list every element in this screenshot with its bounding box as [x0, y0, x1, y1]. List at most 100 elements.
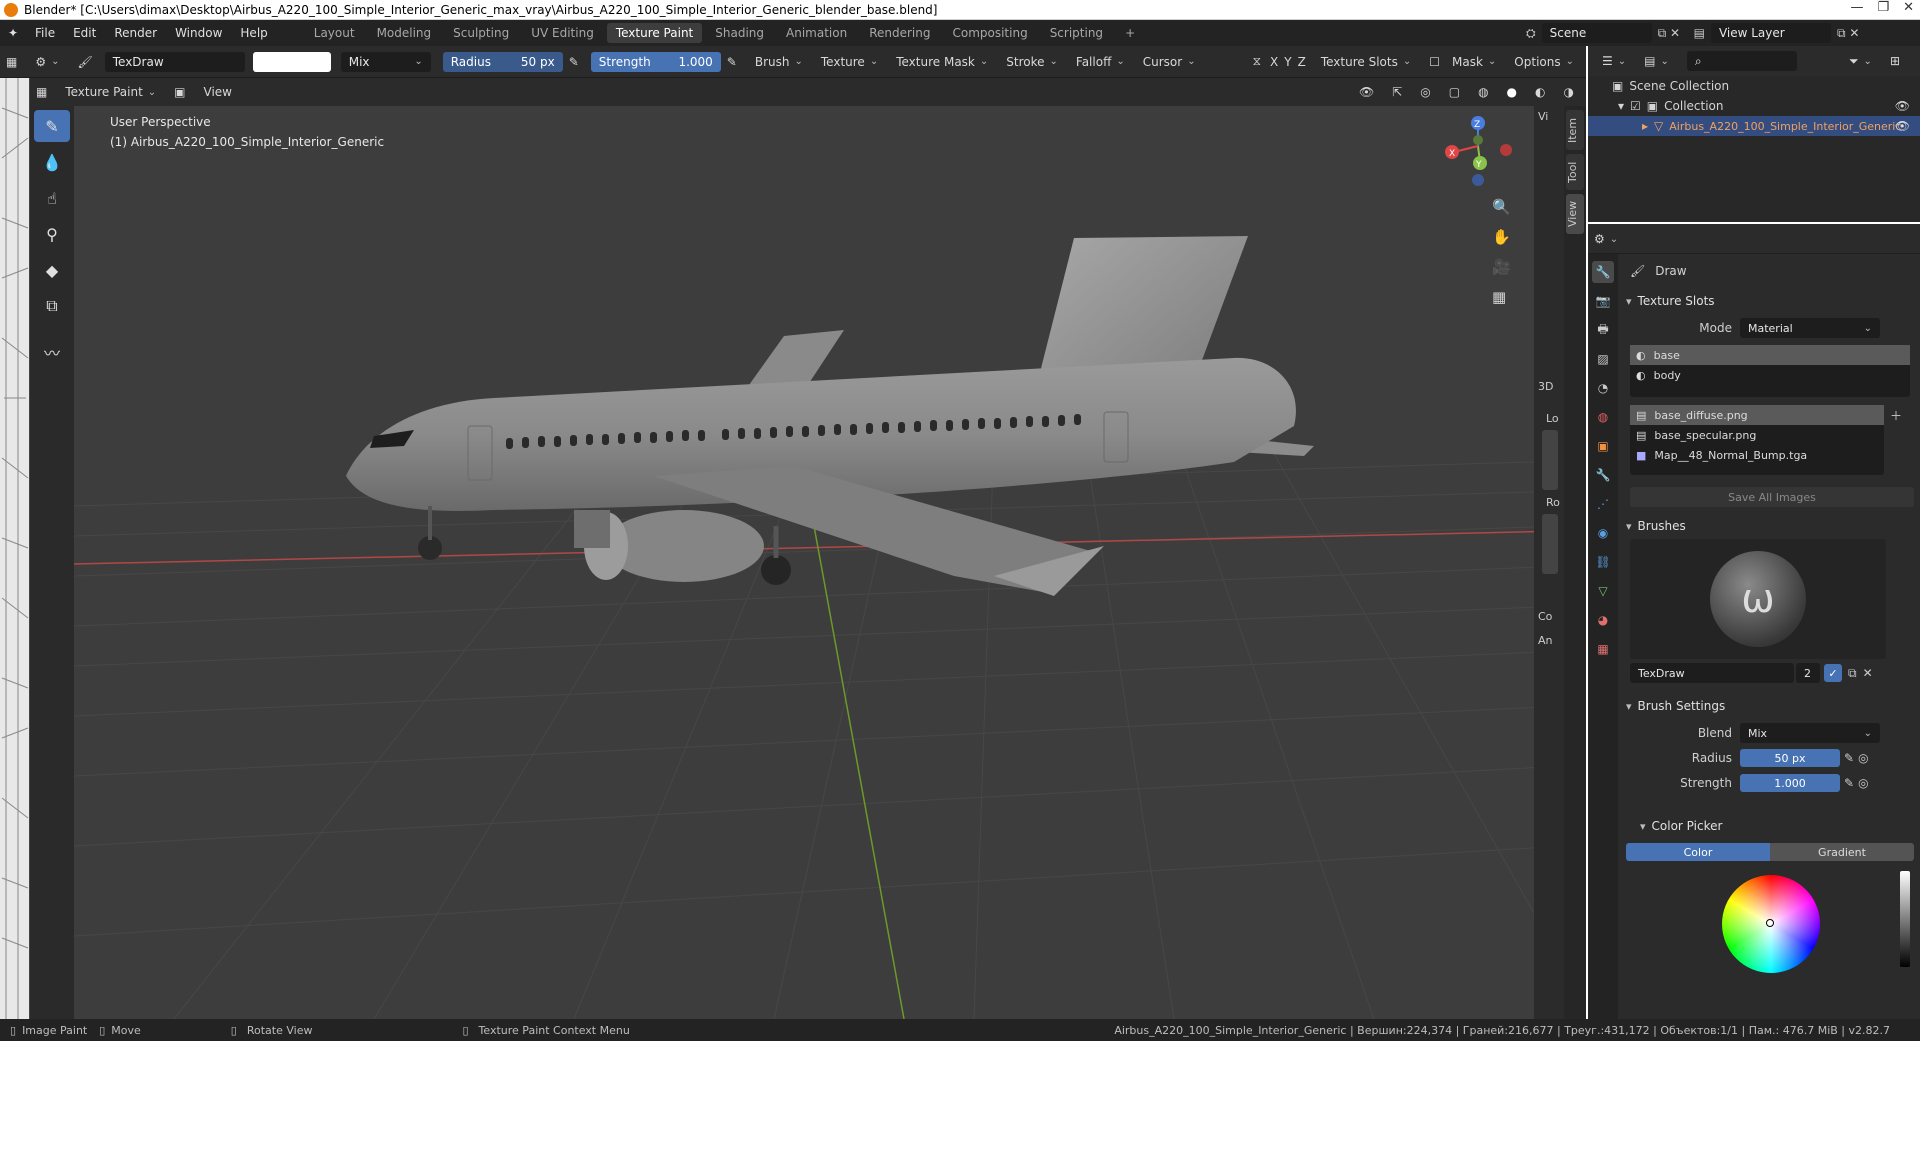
mask-checkbox[interactable]: ☐	[1423, 52, 1446, 72]
brush-datablock-name[interactable]: TexDraw	[1630, 663, 1794, 683]
brush-preview[interactable]: ѡ	[1630, 539, 1886, 659]
radius-pressure-icon[interactable]: ✎	[1844, 751, 1854, 765]
tab-tool[interactable]: Tool	[1566, 154, 1584, 190]
smear-tool-icon[interactable]: ☝	[34, 182, 70, 214]
collection-visibility-icon[interactable]: 👁	[1895, 99, 1910, 113]
brush-users-count[interactable]: 2	[1796, 663, 1820, 683]
tool-tab-icon[interactable]: 🔧	[1592, 261, 1614, 283]
tab-modeling[interactable]: Modeling	[368, 23, 441, 43]
save-all-images-button[interactable]: Save All Images	[1630, 487, 1914, 507]
maximize-button[interactable]: ❐	[1877, 0, 1889, 15]
modifier-tab-icon[interactable]: 🔧	[1592, 464, 1614, 486]
menu-render[interactable]: Render	[105, 20, 166, 46]
tab-view[interactable]: View	[1566, 194, 1584, 234]
texture-tab-icon[interactable]: ▦	[1592, 638, 1614, 660]
menu-help[interactable]: Help	[231, 20, 276, 46]
gradient-tab[interactable]: Gradient	[1770, 843, 1914, 861]
brush-blend-select[interactable]: Mix	[1740, 723, 1880, 743]
duplicate-brush-icon[interactable]: ⧉	[1848, 666, 1857, 681]
color-picker-section[interactable]: Color Picker	[1620, 813, 1920, 839]
location-fields[interactable]	[1542, 430, 1558, 490]
draw-tool-icon[interactable]: ✎	[34, 110, 70, 142]
outliner-scene-collection[interactable]: ▣ Scene Collection	[1588, 76, 1920, 96]
texture-slots-section[interactable]: Texture Slots	[1620, 288, 1920, 314]
tab-rendering[interactable]: Rendering	[860, 23, 939, 43]
radius-unit-icon[interactable]: ◎	[1858, 751, 1868, 765]
outliner-collection[interactable]: ▾ ☑ ▣ Collection 👁	[1588, 96, 1920, 116]
constraints-tab-icon[interactable]: ⛓	[1592, 551, 1614, 573]
wireframe-shading-icon[interactable]: ◍	[1472, 82, 1494, 102]
tab-texture-paint[interactable]: Texture Paint	[606, 23, 703, 43]
output-tab-icon[interactable]: 🖶	[1592, 319, 1614, 341]
gizmo-icon[interactable]: ⇱	[1386, 82, 1408, 102]
filter-icon[interactable]: ⏷	[1843, 51, 1878, 71]
stroke-dropdown[interactable]: Stroke	[1000, 52, 1064, 72]
menu-file[interactable]: File	[26, 20, 64, 46]
radius-pressure-icon[interactable]: ✎	[563, 52, 585, 72]
outliner-object[interactable]: ▸ ▽ Airbus_A220_100_Simple_Interior_Gene…	[1588, 116, 1920, 136]
visibility-icon[interactable]: 👁	[1353, 82, 1380, 102]
add-image-icon[interactable]: ＋	[1890, 407, 1902, 424]
color-wheel[interactable]	[1722, 875, 1820, 973]
blender-menu-icon[interactable]: ✦	[0, 26, 26, 40]
close-button[interactable]: ✕	[1903, 0, 1914, 15]
menu-window[interactable]: Window	[166, 20, 231, 46]
view-menu[interactable]: View	[198, 82, 238, 102]
tab-shading[interactable]: Shading	[706, 23, 773, 43]
outliner-display-mode[interactable]: ▤	[1638, 51, 1675, 71]
tool-settings-dropdown[interactable]: ⚙	[29, 52, 65, 72]
tab-uv-editing[interactable]: UV Editing	[522, 23, 603, 43]
mask-tool-icon[interactable]: ⧉	[34, 290, 70, 322]
view-layer-tab-icon[interactable]: ▨	[1592, 348, 1614, 370]
color-wheel-cursor[interactable]	[1766, 919, 1774, 927]
mode-selector[interactable]: Texture Paint	[59, 82, 162, 102]
menu-edit[interactable]: Edit	[64, 20, 105, 46]
material-slot-body[interactable]: ◐ body	[1630, 365, 1910, 385]
view-layer-selector[interactable]: View Layer	[1710, 23, 1831, 43]
material-tab-icon[interactable]: ◕	[1592, 609, 1614, 631]
brush-settings-section[interactable]: Brush Settings	[1620, 693, 1920, 719]
xray-icon[interactable]: ▢	[1443, 82, 1466, 102]
material-shading-icon[interactable]: ◐	[1529, 82, 1551, 102]
rendered-shading-icon[interactable]: ◑	[1558, 82, 1580, 102]
scene-actions-icon[interactable]: ⧉ ✕	[1658, 26, 1688, 41]
unlink-brush-icon[interactable]: ✕	[1863, 666, 1873, 680]
new-collection-icon[interactable]: ⊞	[1884, 51, 1906, 71]
scene-tab-icon[interactable]: ◔	[1592, 377, 1614, 399]
particles-tab-icon[interactable]: ⋰	[1592, 493, 1614, 515]
image-slot-diffuse[interactable]: ▤ base_diffuse.png	[1630, 405, 1884, 425]
image-slot-normal[interactable]: ■ Map__48_Normal_Bump.tga	[1630, 445, 1884, 465]
texture-dropdown[interactable]: Texture	[815, 52, 884, 72]
overlay-icon[interactable]: ◎	[1414, 82, 1436, 102]
sidebar-3d-cursor-header[interactable]: 3D	[1538, 380, 1553, 393]
collection-checkbox[interactable]: ☑	[1630, 99, 1641, 113]
fake-user-icon[interactable]: ✓	[1824, 664, 1842, 682]
data-tab-icon[interactable]: ▽	[1592, 580, 1614, 602]
radius-slider[interactable]: Radius 50 px	[442, 51, 563, 72]
tab-item[interactable]: Item	[1566, 110, 1584, 150]
add-workspace-button[interactable]: +	[1116, 23, 1144, 43]
paint-mask-toggle[interactable]: ▣	[168, 82, 191, 102]
scene-selector[interactable]: Scene	[1541, 23, 1652, 43]
viewport-nav-buttons[interactable]: 🔍 ✋ 🎥 ▦	[1492, 197, 1511, 306]
clone-tool-icon[interactable]: ⚲	[34, 218, 70, 250]
options-dropdown[interactable]: Options	[1508, 52, 1580, 72]
annotate-tool-icon[interactable]: 〰	[34, 336, 70, 368]
render-tab-icon[interactable]: 📷	[1592, 290, 1614, 312]
mode-select[interactable]: Material	[1740, 318, 1880, 338]
brush-dropdown[interactable]: Brush	[749, 52, 809, 72]
world-tab-icon[interactable]: ◍	[1592, 406, 1614, 428]
editor-type-icon[interactable]: ▦	[0, 52, 23, 72]
cursor-dropdown[interactable]: Cursor	[1137, 52, 1202, 72]
properties-editor-type[interactable]: ⚙	[1588, 229, 1624, 249]
sidebar-collections-header[interactable]: Co	[1538, 610, 1552, 623]
tab-scripting[interactable]: Scripting	[1041, 23, 1112, 43]
brush-radius-slider[interactable]: 50 px	[1740, 749, 1840, 767]
object-tab-icon[interactable]: ▣	[1592, 435, 1614, 457]
strength-unit-icon[interactable]: ◎	[1858, 776, 1868, 790]
rotation-fields[interactable]	[1542, 514, 1558, 574]
solid-shading-icon[interactable]: ●	[1501, 82, 1523, 102]
expand-arrow-icon[interactable]: ▸	[1642, 119, 1648, 133]
tab-compositing[interactable]: Compositing	[943, 23, 1036, 43]
symmetry-z-toggle[interactable]: Z	[1295, 52, 1309, 72]
